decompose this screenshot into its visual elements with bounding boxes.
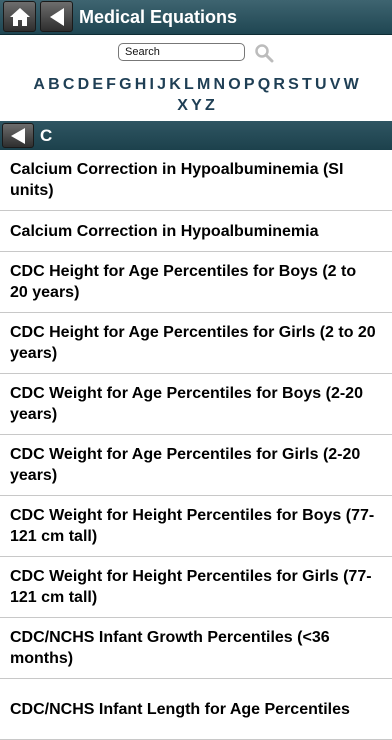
alphabet-letter-d[interactable]: D	[76, 74, 91, 95]
list-item[interactable]: CDC/NCHS Infant Length for Age Percentil…	[0, 679, 392, 740]
alphabet-letter-q[interactable]: Q	[256, 74, 272, 95]
home-button[interactable]	[3, 1, 36, 32]
back-arrow-icon	[11, 127, 25, 144]
list-item-label: CDC/NCHS Infant Length for Age Percentil…	[10, 700, 350, 718]
list-item-label: CDC Height for Age Percentiles for Boys …	[10, 263, 357, 301]
alphabet-letter-l[interactable]: L	[182, 74, 195, 95]
alphabet-letter-e[interactable]: E	[91, 74, 105, 95]
list-item-label: CDC Weight for Height Percentiles for Gi…	[10, 568, 372, 606]
alphabet-letter-s[interactable]: S	[287, 74, 301, 95]
alphabet-letter-i[interactable]: I	[148, 74, 156, 95]
alphabet-letter-r[interactable]: R	[272, 74, 287, 95]
alphabet-letter-u[interactable]: U	[313, 74, 328, 95]
list-item[interactable]: CDC Height for Age Percentiles for Girls…	[0, 313, 392, 374]
section-header: C	[0, 121, 392, 150]
list-item[interactable]: CDC Weight for Height Percentiles for Bo…	[0, 496, 392, 557]
alphabet-letter-z[interactable]: Z	[203, 95, 216, 116]
alphabet-letter-p[interactable]: P	[242, 74, 256, 95]
alphabet-letter-m[interactable]: M	[195, 74, 212, 95]
page-title: Medical Equations	[79, 7, 238, 27]
list-item-label: CDC Weight for Age Percentiles for Girls…	[10, 446, 361, 484]
alphabet-letter-a[interactable]: A	[32, 74, 47, 95]
list-item[interactable]: CDC Weight for Height Percentiles for Gi…	[0, 557, 392, 618]
list-item[interactable]: Calcium Correction in Hypoalbuminemia	[0, 211, 392, 252]
home-icon	[9, 7, 30, 26]
list-item[interactable]: CDC Height for Age Percentiles for Boys …	[0, 252, 392, 313]
alphabet-index: ABCDEFGHIJKLMNOPQRSTUVW XYZ	[0, 74, 392, 116]
search-bar	[0, 35, 392, 70]
alphabet-letter-b[interactable]: B	[46, 74, 61, 95]
alphabet-letter-c[interactable]: C	[61, 74, 76, 95]
back-arrow-icon	[49, 7, 64, 26]
section-back-button[interactable]	[2, 123, 34, 148]
alphabet-letter-n[interactable]: N	[212, 74, 227, 95]
alphabet-letter-f[interactable]: F	[105, 74, 118, 95]
alphabet-letter-t[interactable]: T	[300, 74, 313, 95]
alphabet-letter-o[interactable]: O	[227, 74, 243, 95]
list-item[interactable]: CDC Weight for Age Percentiles for Girls…	[0, 435, 392, 496]
list-item-label: Calcium Correction in Hypoalbuminemia (S…	[10, 161, 344, 199]
alphabet-letter-v[interactable]: V	[328, 74, 342, 95]
alphabet-letter-x[interactable]: X	[176, 95, 190, 116]
section-letter: C	[40, 126, 53, 145]
alphabet-letter-j[interactable]: J	[156, 74, 168, 95]
top-nav-bar: Medical Equations	[0, 0, 392, 35]
list-item[interactable]: Calcium Correction in Hypoalbuminemia (S…	[0, 150, 392, 211]
list-item-label: CDC/NCHS Infant Growth Percentiles (<36 …	[10, 629, 330, 667]
list-item-label: CDC Weight for Height Percentiles for Bo…	[10, 507, 375, 545]
alphabet-letter-k[interactable]: K	[168, 74, 183, 95]
alphabet-letter-g[interactable]: G	[118, 74, 134, 95]
list-item-label: Calcium Correction in Hypoalbuminemia	[10, 222, 319, 240]
list-item[interactable]: CDC Weight for Age Percentiles for Boys …	[0, 374, 392, 435]
equation-list: Calcium Correction in Hypoalbuminemia (S…	[0, 150, 392, 740]
search-input[interactable]	[118, 43, 245, 61]
alphabet-letter-h[interactable]: H	[133, 74, 148, 95]
list-item-label: CDC Height for Age Percentiles for Girls…	[10, 324, 376, 362]
search-icon[interactable]	[254, 43, 274, 63]
back-button[interactable]	[40, 1, 73, 32]
alphabet-letter-w[interactable]: W	[342, 74, 360, 95]
list-item[interactable]: CDC/NCHS Infant Growth Percentiles (<36 …	[0, 618, 392, 679]
alphabet-letter-y[interactable]: Y	[190, 95, 204, 116]
list-item-label: CDC Weight for Age Percentiles for Boys …	[10, 385, 363, 423]
